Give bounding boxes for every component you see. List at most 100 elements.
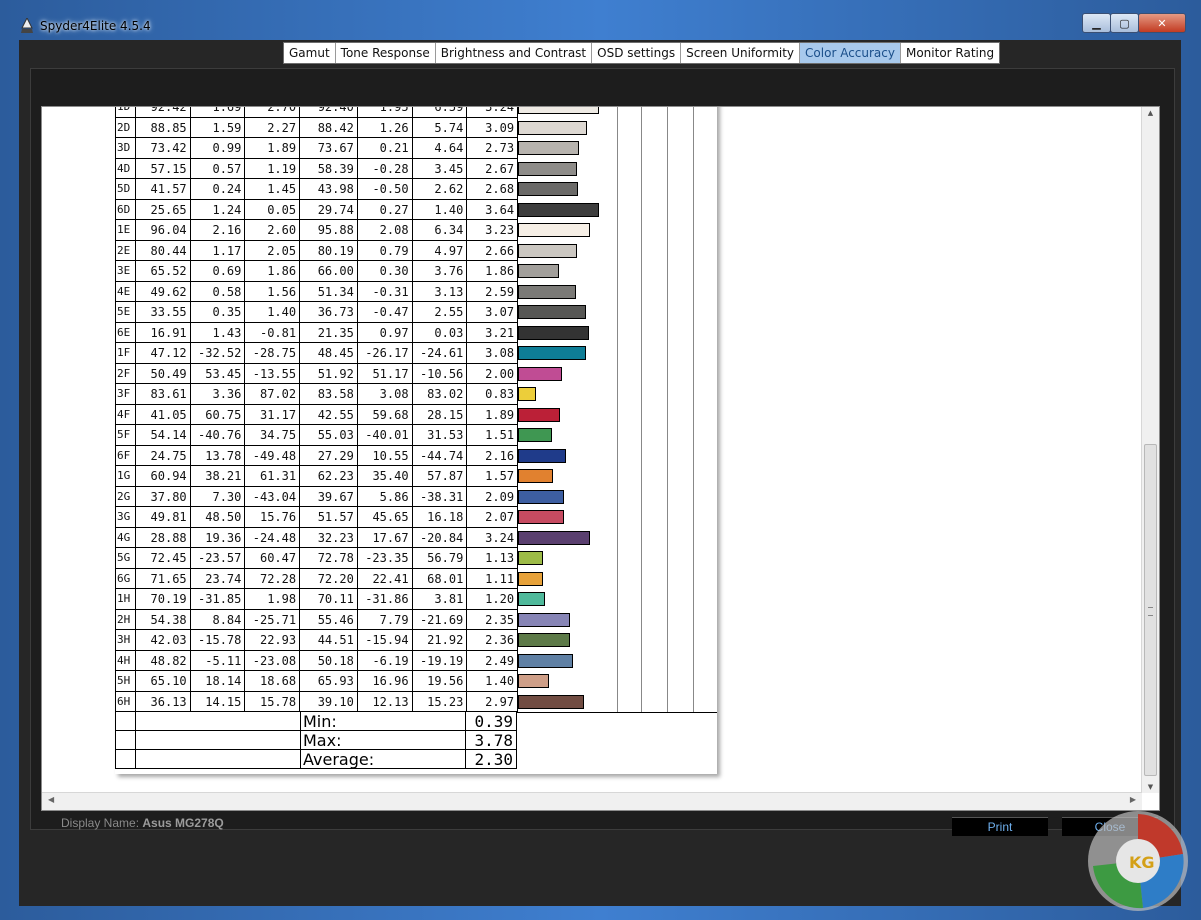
- table-cell: -5.11: [189, 650, 245, 671]
- tab-tone-response[interactable]: Tone Response: [336, 43, 436, 63]
- table-cell: 6.59: [411, 107, 467, 118]
- table-cell: 1.95: [356, 107, 412, 118]
- table-row: 1D 92.42 1.69 2.70 92.40 1.95 6.59 3.24: [115, 107, 717, 118]
- summary-cell: [135, 750, 300, 769]
- table-cell: 7.79: [356, 609, 412, 630]
- table-cell: 51.17: [356, 363, 412, 384]
- table-cell: 0.57: [189, 158, 245, 179]
- delta-e-cell: 1.57: [466, 466, 519, 487]
- table-cell: 27.29: [299, 445, 357, 466]
- table-cell: -25.71: [244, 609, 300, 630]
- grip-icon: [1148, 607, 1153, 616]
- summary-row: Min: 0.39: [115, 712, 517, 731]
- maximize-icon: ▢: [1119, 16, 1130, 30]
- maximize-button[interactable]: ▢: [1110, 13, 1139, 33]
- scroll-left-icon[interactable]: ◀: [48, 795, 54, 804]
- delta-e-cell: 3.24: [466, 107, 519, 118]
- table-cell: 60.47: [244, 548, 300, 569]
- table-cell: -38.31: [411, 486, 467, 507]
- delta-e-cell: 3.21: [466, 322, 519, 343]
- delta-e-bar: [518, 107, 600, 114]
- tab-osd-settings[interactable]: OSD settings: [592, 43, 682, 63]
- patch-id: 3D: [115, 138, 135, 159]
- display-name-value: Asus MG278Q: [142, 816, 224, 830]
- patch-id: 1G: [115, 466, 135, 487]
- patch-id: 3G: [115, 507, 135, 528]
- minimize-button[interactable]: ▁: [1082, 13, 1111, 33]
- patch-id: 4G: [115, 527, 135, 548]
- delta-e-bar: [518, 264, 560, 278]
- scroll-up-icon[interactable]: ▲: [1142, 109, 1159, 117]
- table-cell: 92.42: [134, 107, 190, 118]
- table-cell: 12.13: [356, 691, 412, 712]
- display-name-caption: Display Name:: [61, 816, 140, 830]
- table-cell: 3.13: [411, 281, 467, 302]
- table-cell: 55.03: [299, 425, 357, 446]
- print-button[interactable]: Print: [952, 817, 1048, 836]
- scroll-down-icon[interactable]: ▼: [1142, 783, 1159, 791]
- table-cell: -31.85: [189, 589, 245, 610]
- window-controls: ▁ ▢ ✕: [1082, 13, 1186, 33]
- table-cell: 72.28: [244, 568, 300, 589]
- table-cell: 15.76: [244, 507, 300, 528]
- tab-screen-uniformity[interactable]: Screen Uniformity: [681, 43, 801, 63]
- table-cell: 14.15: [189, 691, 245, 712]
- close-window-button[interactable]: ✕: [1138, 13, 1186, 33]
- minimize-icon: ▁: [1092, 16, 1101, 30]
- table-row: 5D 41.57 0.24 1.45 43.98 -0.50 2.62 2.68: [115, 179, 717, 200]
- table-cell: 3.76: [411, 261, 467, 282]
- table-cell: 57.87: [411, 466, 467, 487]
- table-cell: -0.50: [356, 179, 412, 200]
- svg-text:KG: KG: [1129, 853, 1155, 872]
- table-row: 6G 71.65 23.74 72.28 72.20 22.41 68.01 1.11: [115, 568, 717, 589]
- table-cell: -21.69: [411, 609, 467, 630]
- table-row: 2F 50.49 53.45 -13.55 51.92 51.17 -10.56 2.00: [115, 363, 717, 384]
- tab-monitor-rating[interactable]: Monitor Rating: [901, 43, 999, 63]
- table-cell: -49.48: [244, 445, 300, 466]
- table-cell: -15.78: [189, 630, 245, 651]
- tab-color-accuracy[interactable]: Color Accuracy: [800, 43, 901, 63]
- delta-e-cell: 1.20: [466, 589, 519, 610]
- table-cell: 88.42: [299, 117, 357, 138]
- table-cell: 80.19: [299, 240, 357, 261]
- table-cell: 71.65: [134, 568, 190, 589]
- table-cell: 51.92: [299, 363, 357, 384]
- table-cell: 1.26: [356, 117, 412, 138]
- table-cell: 2.55: [411, 302, 467, 323]
- delta-e-bar: [518, 182, 578, 196]
- patch-id: 5F: [115, 425, 135, 446]
- table-cell: 3.81: [411, 589, 467, 610]
- summary-label: Max:: [300, 731, 465, 750]
- footer-bar: [19, 830, 1181, 906]
- table-cell: 22.41: [356, 568, 412, 589]
- horizontal-scrollbar[interactable]: ◀ ▶: [42, 792, 1142, 810]
- table-cell: -20.84: [411, 527, 467, 548]
- table-cell: 57.15: [134, 158, 190, 179]
- scroll-right-icon[interactable]: ▶: [1130, 795, 1136, 804]
- window-title: Spyder4Elite 4.5.4: [40, 19, 151, 33]
- delta-e-cell: 2.59: [466, 281, 519, 302]
- delta-e-bar: [518, 428, 552, 442]
- table-cell: 25.65: [134, 199, 190, 220]
- scroll-thumb[interactable]: [1144, 444, 1157, 776]
- patch-id: 6F: [115, 445, 135, 466]
- table-row: 6E 16.91 1.43 -0.81 21.35 0.97 0.03 3.21: [115, 322, 717, 343]
- title-bar[interactable]: Spyder4Elite 4.5.4 ▁ ▢ ✕: [0, 0, 1201, 40]
- table-cell: -23.57: [189, 548, 245, 569]
- tab-brightness-contrast[interactable]: Brightness and Contrast: [436, 43, 593, 63]
- table-row: 5H 65.10 18.14 18.68 65.93 16.96 19.56 1.40: [115, 671, 717, 692]
- table-cell: 96.04: [134, 220, 190, 241]
- delta-e-bar: [518, 674, 550, 688]
- table-cell: 35.40: [356, 466, 412, 487]
- tab-gamut[interactable]: Gamut: [284, 43, 336, 63]
- delta-e-cell: 1.13: [466, 548, 519, 569]
- patch-id: 2H: [115, 609, 135, 630]
- table-cell: 0.21: [356, 138, 412, 159]
- vertical-scrollbar[interactable]: ▲ ▼: [1141, 107, 1159, 793]
- table-cell: 1.56: [244, 281, 300, 302]
- table-cell: 2.08: [356, 220, 412, 241]
- delta-e-bar: [518, 120, 587, 135]
- table-cell: -40.76: [189, 425, 245, 446]
- patch-id: 6D: [115, 199, 135, 220]
- summary-cell: [135, 731, 300, 750]
